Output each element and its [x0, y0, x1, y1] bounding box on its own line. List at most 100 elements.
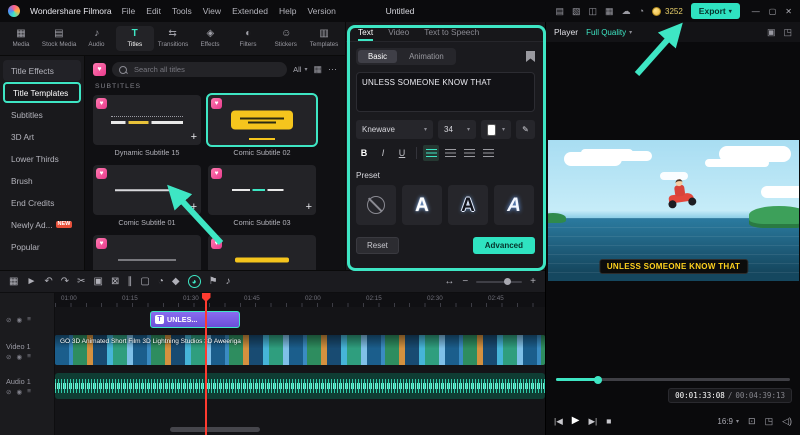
- favorite-heart-icon[interactable]: ♥: [96, 238, 107, 249]
- favorites-folder-icon[interactable]: ♥: [93, 63, 106, 76]
- sidebar-item-lower-thirds[interactable]: Lower Thirds: [3, 148, 81, 169]
- options-icon[interactable]: ≡: [27, 353, 31, 361]
- previous-frame-button[interactable]: |◀: [554, 417, 563, 426]
- audio-clip[interactable]: [55, 373, 545, 399]
- seek-handle[interactable]: [594, 375, 603, 384]
- stop-button[interactable]: ■: [606, 417, 611, 426]
- zoom-slider[interactable]: [476, 278, 523, 285]
- marker-icon[interactable]: ⚑: [209, 276, 218, 287]
- maximize-button[interactable]: ▢: [769, 7, 777, 16]
- text-color-picker[interactable]: ▾: [481, 120, 511, 139]
- sidebar-item-3d-art[interactable]: 3D Art: [3, 126, 81, 147]
- cloud-icon[interactable]: ☁: [622, 6, 631, 16]
- subtab-basic[interactable]: Basic: [358, 50, 398, 63]
- options-icon[interactable]: ≡: [27, 316, 31, 324]
- redo-icon[interactable]: ↷: [61, 276, 69, 287]
- sidebar-item-end-credits[interactable]: End Credits: [3, 192, 81, 213]
- tab-templates[interactable]: ▥ Templates: [305, 26, 343, 51]
- template-item[interactable]: ♥: [93, 235, 201, 270]
- mute-icon[interactable]: ◉: [16, 388, 22, 396]
- sidebar-item-popular[interactable]: Popular: [3, 236, 81, 257]
- menu-edit[interactable]: Edit: [146, 6, 161, 16]
- volume-icon[interactable]: ◁): [782, 416, 792, 427]
- gift-icon[interactable]: ▤: [556, 6, 565, 16]
- timeline-ruler[interactable]: 01:00 01:15 01:30 01:45 02:00 02:15 02:3…: [55, 293, 545, 307]
- preset-none[interactable]: [356, 185, 396, 225]
- manage-tracks-icon[interactable]: ▦: [9, 276, 18, 287]
- notifications-icon[interactable]: ◔: [639, 6, 644, 16]
- font-family-dropdown[interactable]: Knewave ▾: [356, 120, 433, 139]
- tab-text-to-speech[interactable]: Text to Speech: [424, 27, 479, 41]
- add-to-timeline-button[interactable]: +: [191, 132, 197, 143]
- align-center-button[interactable]: [442, 145, 458, 161]
- zoom-out-icon[interactable]: −: [462, 276, 468, 287]
- add-to-timeline-button[interactable]: +: [306, 202, 312, 213]
- template-item-comic-subtitle-02[interactable]: ♥ Comic Subtitle 02: [206, 93, 318, 157]
- visibility-icon[interactable]: ◉: [16, 316, 22, 324]
- align-left-button[interactable]: [423, 145, 439, 161]
- tab-audio[interactable]: ♪ Audio: [78, 26, 116, 51]
- template-item[interactable]: ♥: [208, 235, 316, 270]
- aspect-ratio-dropdown[interactable]: 16:9 ▾: [717, 417, 739, 426]
- keyframe-icon[interactable]: ◆: [172, 276, 180, 287]
- eyedropper-icon[interactable]: ✎: [516, 120, 535, 139]
- template-item-dynamic-subtitle-15[interactable]: ♥ + Dynamic Subtitle 15: [93, 95, 201, 157]
- preset-style-3[interactable]: A: [494, 185, 534, 225]
- template-item-comic-subtitle-01[interactable]: ♥ + Comic Subtitle 01: [93, 165, 201, 227]
- split-icon[interactable]: ∥: [127, 276, 132, 287]
- favorite-heart-icon[interactable]: ♥: [96, 98, 107, 109]
- chroma-key-icon[interactable]: ◕: [187, 275, 201, 288]
- preset-style-2[interactable]: A: [448, 185, 488, 225]
- tab-filters[interactable]: ◐ Filters: [229, 26, 267, 51]
- play-button[interactable]: ▶: [572, 416, 580, 426]
- sidebar-item-title-effects[interactable]: Title Effects: [3, 60, 81, 81]
- tab-effects[interactable]: ◈ Effects: [191, 26, 229, 51]
- video-clip[interactable]: GO 3D Animated Short Film 3D Lightning S…: [55, 335, 545, 365]
- reset-button[interactable]: Reset: [356, 237, 399, 254]
- menu-extended[interactable]: Extended: [232, 6, 268, 16]
- sidebar-item-brush[interactable]: Brush: [3, 170, 81, 191]
- sidebar-item-title-templates[interactable]: Title Templates: [3, 82, 81, 103]
- layout-icon[interactable]: ◫: [589, 6, 598, 16]
- shortcuts-icon[interactable]: ▧: [572, 6, 581, 16]
- menu-file[interactable]: File: [122, 6, 136, 16]
- speed-icon[interactable]: ◔: [158, 276, 164, 287]
- menu-version[interactable]: Version: [307, 6, 335, 16]
- underline-button[interactable]: U: [394, 145, 410, 161]
- visibility-icon[interactable]: ◉: [16, 353, 22, 361]
- quality-dropdown[interactable]: Full Quality ▾: [586, 28, 632, 37]
- snapshot-icon[interactable]: ⊡: [748, 416, 756, 427]
- subtab-animation[interactable]: Animation: [399, 50, 454, 63]
- sidebar-item-newly-added[interactable]: Newly Ad... NEW: [3, 214, 81, 235]
- crop-icon[interactable]: ▢: [140, 276, 149, 287]
- grid-view-icon[interactable]: ▦: [313, 64, 322, 75]
- video-preview[interactable]: UNLESS SOMEONE KNOW THAT: [548, 140, 799, 281]
- favorite-heart-icon[interactable]: ♥: [96, 168, 107, 179]
- sidebar-item-subtitles[interactable]: Subtitles: [3, 104, 81, 125]
- advanced-button[interactable]: Advanced: [472, 237, 535, 254]
- timeline-scrollbar[interactable]: [170, 427, 260, 432]
- options-icon[interactable]: ≡: [27, 388, 31, 396]
- delete-icon[interactable]: ⊠: [111, 276, 119, 287]
- export-button[interactable]: Export ▾: [690, 3, 740, 19]
- tab-video[interactable]: Video: [388, 27, 409, 41]
- filter-all-dropdown[interactable]: All ▾: [293, 65, 307, 74]
- bold-button[interactable]: B: [356, 145, 372, 161]
- tab-transitions[interactable]: ⇆ Transitions: [154, 26, 192, 51]
- next-frame-button[interactable]: ▶|: [588, 417, 597, 426]
- scissors-icon[interactable]: ✂: [77, 276, 85, 287]
- tab-stickers[interactable]: ☺ Stickers: [267, 26, 305, 51]
- tab-text[interactable]: Text: [358, 27, 374, 41]
- fit-screen-icon[interactable]: ◳: [765, 416, 774, 427]
- align-justify-button[interactable]: [480, 145, 496, 161]
- seek-bar[interactable]: [556, 375, 790, 384]
- lock-icon[interactable]: ⊘: [6, 388, 11, 396]
- lock-icon[interactable]: ⊘: [6, 316, 11, 324]
- bookmark-icon[interactable]: [526, 51, 535, 62]
- detach-player-icon[interactable]: ◳: [783, 27, 792, 38]
- pointer-tool-icon[interactable]: ►: [26, 276, 36, 287]
- search-box[interactable]: [112, 62, 288, 77]
- coin-count[interactable]: 3252: [665, 7, 683, 16]
- title-text-input[interactable]: UNLESS SOMEONE KNOW THAT: [356, 72, 535, 112]
- add-to-timeline-button[interactable]: +: [191, 202, 197, 213]
